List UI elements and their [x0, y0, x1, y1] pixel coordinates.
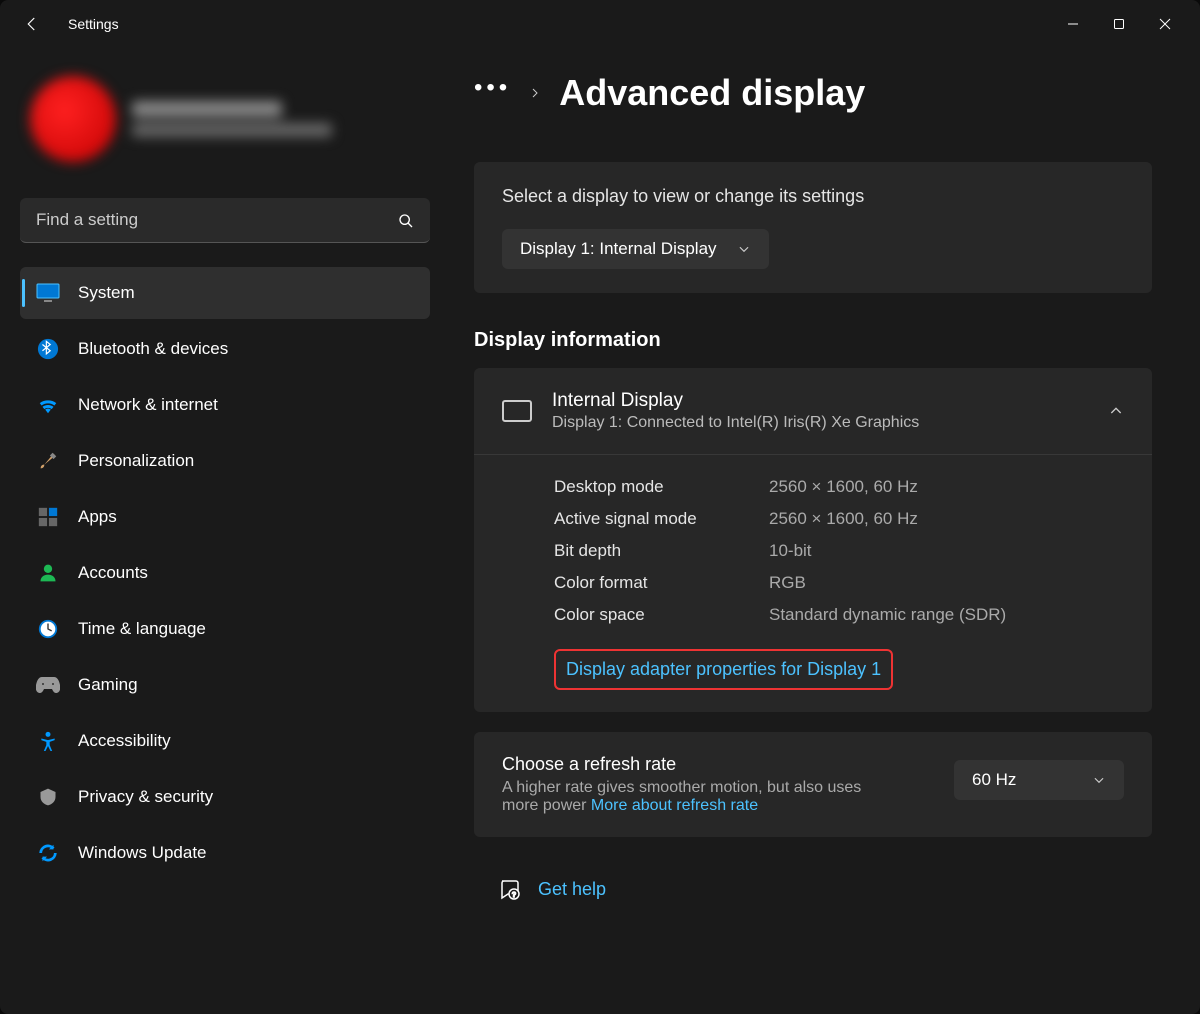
search-icon — [398, 213, 414, 229]
shield-icon — [36, 785, 60, 809]
search-input[interactable] — [20, 198, 430, 243]
refresh-rate-dropdown[interactable]: 60 Hz — [954, 760, 1124, 800]
info-row: Color formatRGB — [554, 573, 1124, 593]
sidebar-item-accessibility[interactable]: Accessibility — [20, 715, 430, 767]
sidebar-item-label: Accounts — [78, 563, 148, 583]
breadcrumb-overflow[interactable]: ••• — [474, 74, 511, 112]
chevron-down-icon — [1092, 773, 1106, 787]
sidebar-item-label: Network & internet — [78, 395, 218, 415]
info-row: Active signal mode2560 × 1600, 60 Hz — [554, 509, 1124, 529]
clock-icon — [36, 617, 60, 641]
display-adapter-properties-link[interactable]: Display adapter properties for Display 1 — [554, 649, 893, 690]
app-title: Settings — [68, 16, 119, 32]
info-row: Bit depth10-bit — [554, 541, 1124, 561]
help-icon: ? — [498, 877, 522, 901]
monitor-icon — [502, 400, 532, 422]
sidebar-item-accounts[interactable]: Accounts — [20, 547, 430, 599]
display-info-title: Internal Display — [552, 390, 919, 412]
sidebar-item-label: Windows Update — [78, 843, 207, 863]
info-row: Desktop mode2560 × 1600, 60 Hz — [554, 477, 1124, 497]
more-about-refresh-link[interactable]: More about refresh rate — [591, 797, 758, 814]
sidebar-item-label: Personalization — [78, 451, 194, 471]
paintbrush-icon — [36, 449, 60, 473]
back-button[interactable] — [12, 4, 52, 44]
user-name — [132, 101, 282, 117]
maximize-button[interactable] — [1096, 8, 1142, 40]
sidebar-item-label: Accessibility — [78, 731, 171, 751]
sidebar-item-windows-update[interactable]: Windows Update — [20, 827, 430, 879]
display-info-section-label: Display information — [474, 329, 1152, 352]
close-button[interactable] — [1142, 8, 1188, 40]
page-title: Advanced display — [559, 72, 865, 114]
sidebar-item-apps[interactable]: Apps — [20, 491, 430, 543]
sidebar-item-system[interactable]: System — [20, 267, 430, 319]
chevron-right-icon — [529, 86, 541, 100]
sidebar-item-label: Apps — [78, 507, 117, 527]
sidebar-item-privacy[interactable]: Privacy & security — [20, 771, 430, 823]
apps-icon — [36, 505, 60, 529]
refresh-rate-card: Choose a refresh rate A higher rate give… — [474, 732, 1152, 837]
accessibility-icon — [36, 729, 60, 753]
person-icon — [36, 561, 60, 585]
refresh-rate-value: 60 Hz — [972, 770, 1016, 790]
display-info-subtitle: Display 1: Connected to Intel(R) Iris(R)… — [552, 414, 919, 432]
sidebar-item-bluetooth[interactable]: Bluetooth & devices — [20, 323, 430, 375]
sidebar-item-personalization[interactable]: Personalization — [20, 435, 430, 487]
sidebar-item-label: Bluetooth & devices — [78, 339, 228, 359]
display-select-dropdown[interactable]: Display 1: Internal Display — [502, 229, 769, 269]
display-info-header[interactable]: Internal Display Display 1: Connected to… — [474, 368, 1152, 454]
display-select-value: Display 1: Internal Display — [520, 239, 717, 259]
sidebar-item-network[interactable]: Network & internet — [20, 379, 430, 431]
sidebar-item-label: System — [78, 283, 135, 303]
gamepad-icon — [36, 673, 60, 697]
sidebar-item-label: Privacy & security — [78, 787, 213, 807]
sidebar-item-time-language[interactable]: Time & language — [20, 603, 430, 655]
wifi-icon — [36, 393, 60, 417]
user-profile[interactable] — [20, 68, 430, 170]
user-email — [132, 123, 332, 137]
avatar — [30, 76, 116, 162]
info-row: Color spaceStandard dynamic range (SDR) — [554, 605, 1124, 625]
refresh-rate-title: Choose a refresh rate — [502, 754, 930, 775]
system-icon — [36, 281, 60, 305]
sidebar-item-label: Gaming — [78, 675, 138, 695]
update-icon — [36, 841, 60, 865]
select-display-heading: Select a display to view or change its s… — [502, 186, 1124, 207]
select-display-card: Select a display to view or change its s… — [474, 162, 1152, 293]
bluetooth-icon — [36, 337, 60, 361]
get-help-link[interactable]: Get help — [538, 879, 606, 900]
chevron-up-icon — [1108, 403, 1124, 419]
sidebar-item-label: Time & language — [78, 619, 206, 639]
display-info-card: Internal Display Display 1: Connected to… — [474, 368, 1152, 712]
sidebar-item-gaming[interactable]: Gaming — [20, 659, 430, 711]
chevron-down-icon — [737, 242, 751, 256]
svg-text:?: ? — [512, 892, 516, 899]
minimize-button[interactable] — [1050, 8, 1096, 40]
